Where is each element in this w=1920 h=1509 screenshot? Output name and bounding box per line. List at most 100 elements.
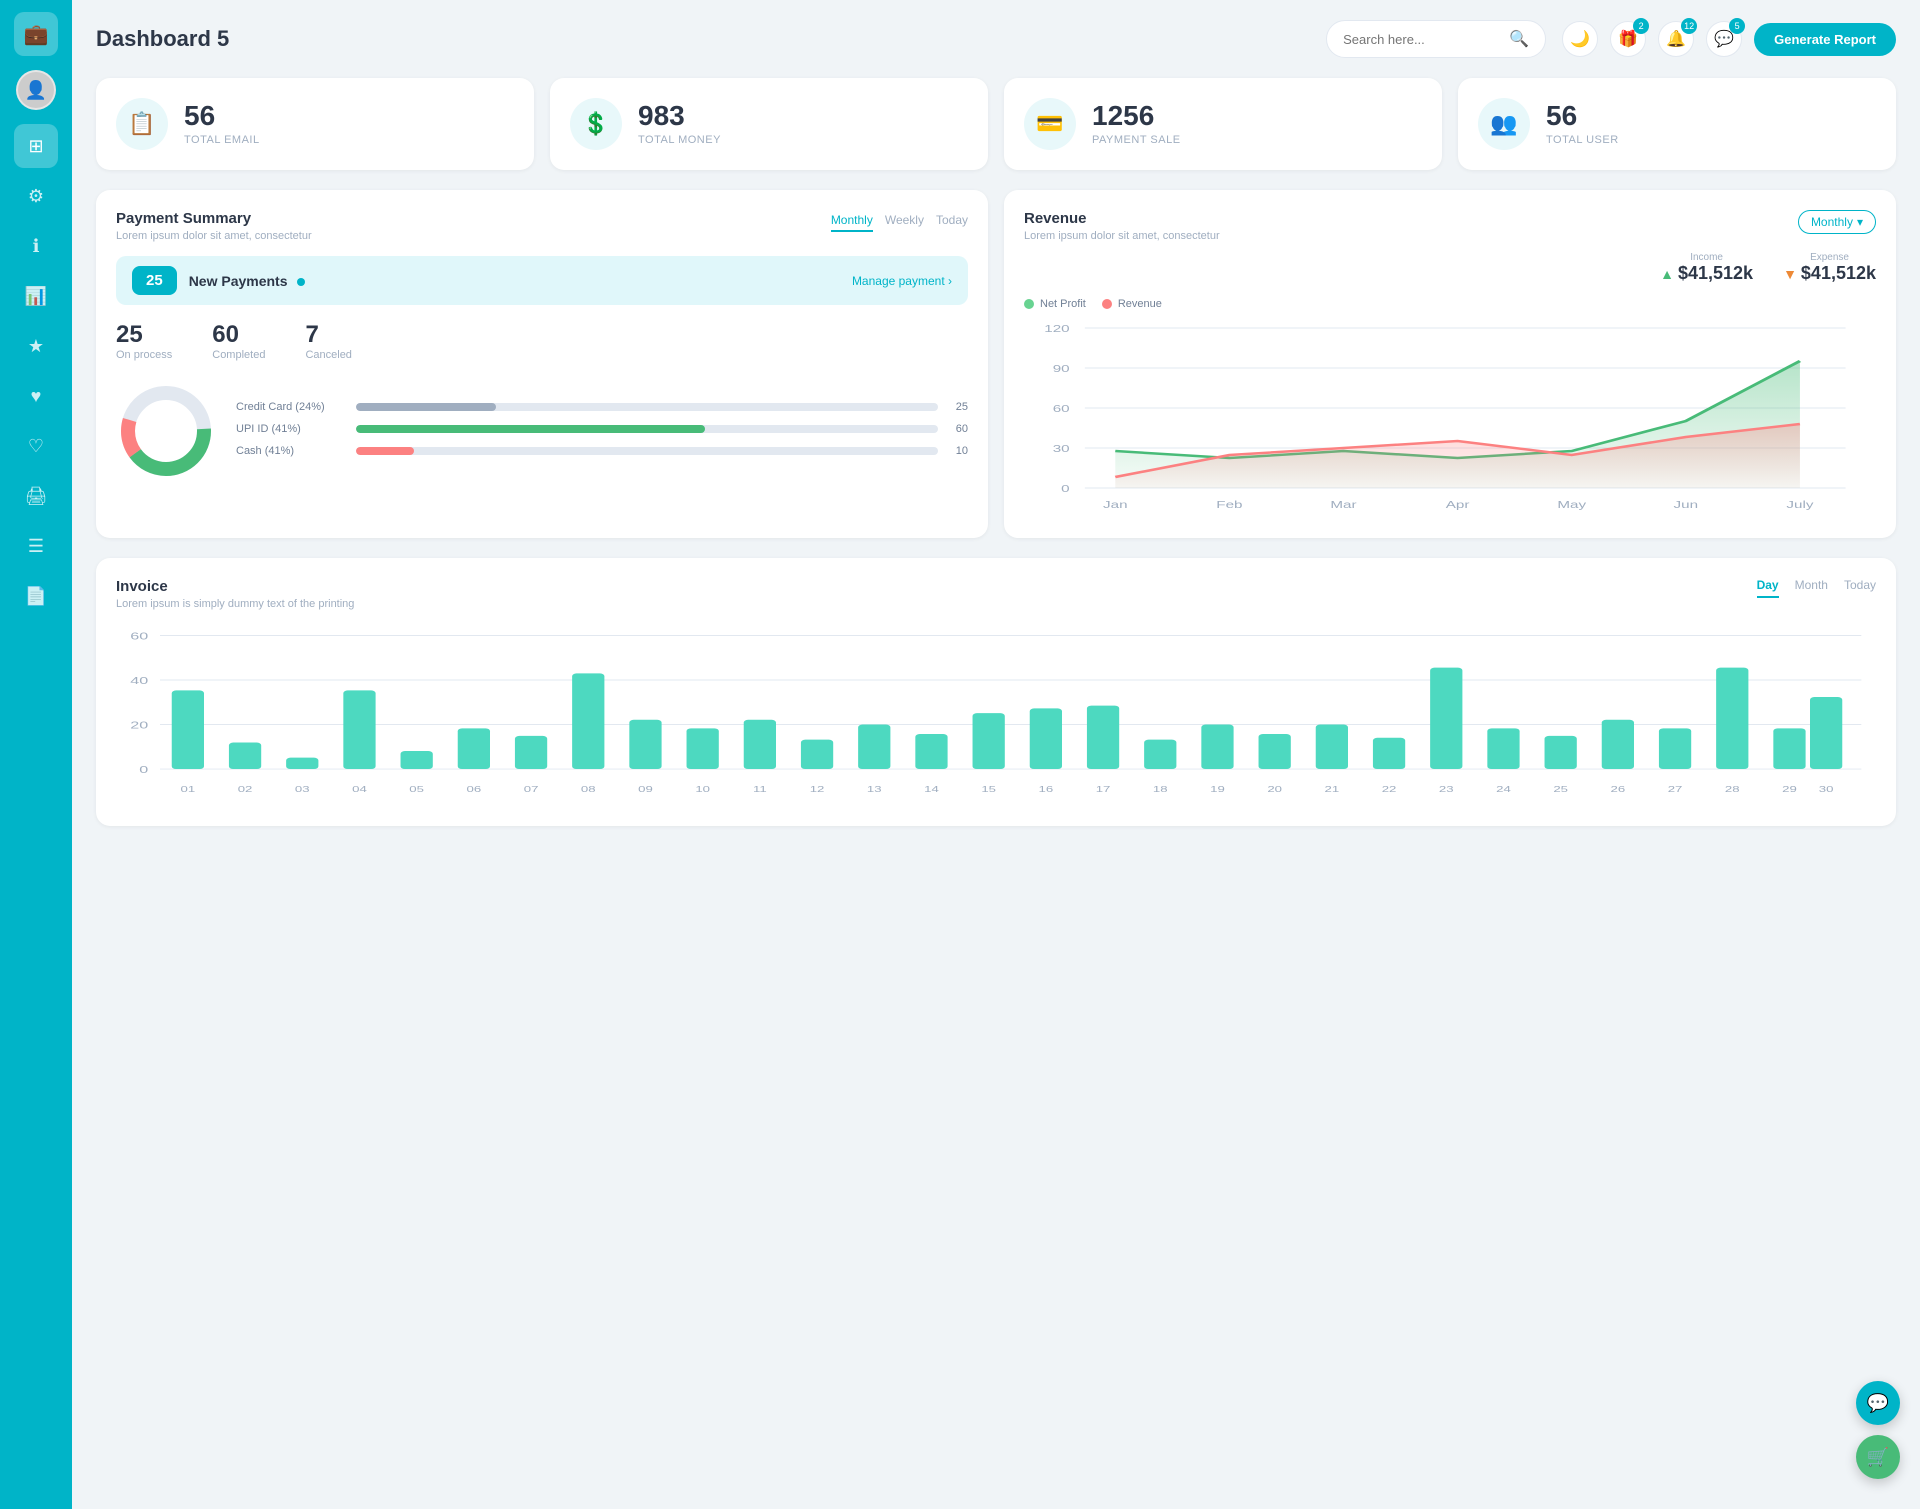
user-icon: 👥 (1478, 98, 1530, 150)
upi-bar-fill (356, 425, 705, 433)
income-item: Income ▲ $41,512k (1660, 252, 1753, 284)
revenue-subtitle: Lorem ipsum dolor sit amet, consectetur (1024, 230, 1220, 242)
payment-summary-header: Payment Summary Lorem ipsum dolor sit am… (116, 210, 968, 242)
svg-text:23: 23 (1439, 785, 1454, 794)
svg-text:05: 05 (409, 785, 424, 794)
canceled-num: 7 (305, 321, 351, 349)
sidebar-item-analytics[interactable]: 📊 (14, 274, 58, 318)
generate-report-button[interactable]: Generate Report (1754, 23, 1896, 56)
sidebar-item-reports[interactable]: 📄 (14, 574, 58, 618)
chat-badge: 5 (1729, 18, 1745, 34)
total-user-number: 56 (1546, 102, 1619, 130)
credit-value: 25 (948, 401, 968, 413)
svg-text:20: 20 (130, 719, 148, 731)
revenue-header: Revenue Lorem ipsum dolor sit amet, cons… (1024, 210, 1876, 242)
progress-row-upi: UPI ID (41%) 60 (236, 423, 968, 435)
page-title: Dashboard 5 (96, 26, 1310, 52)
floating-buttons: 💬 🛒 (1856, 1381, 1900, 1479)
svg-text:0: 0 (139, 764, 149, 776)
payment-tabs: Monthly Weekly Today (831, 210, 968, 232)
svg-text:12: 12 (810, 785, 825, 794)
sidebar-item-likes[interactable]: ♥ (14, 374, 58, 418)
gift-badge: 2 (1633, 18, 1649, 34)
svg-text:21: 21 (1325, 785, 1340, 794)
invoice-section: Invoice Lorem ipsum is simply dummy text… (96, 558, 1896, 826)
svg-text:19: 19 (1210, 785, 1225, 794)
header: Dashboard 5 🔍 🌙 🎁 2 🔔 12 💬 5 Generate Re… (96, 20, 1896, 58)
chat-icon-button[interactable]: 💬 5 (1706, 21, 1742, 57)
svg-text:16: 16 (1039, 785, 1054, 794)
cart-float-button[interactable]: 🛒 (1856, 1435, 1900, 1479)
expense-label: Expense (1783, 252, 1876, 263)
svg-text:07: 07 (524, 785, 539, 794)
money-icon: 💲 (570, 98, 622, 150)
svg-text:03: 03 (295, 785, 310, 794)
sidebar-logo: 💼 (14, 12, 58, 56)
revenue-dropdown[interactable]: Monthly ▾ (1798, 210, 1876, 234)
total-email-label: TOTAL EMAIL (184, 134, 260, 146)
gift-icon-button[interactable]: 🎁 2 (1610, 21, 1646, 57)
stat-card-email: 📋 56 TOTAL EMAIL (96, 78, 534, 170)
sidebar-item-info[interactable]: ℹ (14, 224, 58, 268)
manage-payment-link[interactable]: Manage payment › (852, 274, 952, 288)
payment-summary-title: Payment Summary (116, 210, 312, 227)
donut-chart (116, 381, 216, 486)
on-process-num: 25 (116, 321, 172, 349)
sidebar-item-print[interactable]: 🖨 (14, 474, 58, 518)
bell-icon-button[interactable]: 🔔 12 (1658, 21, 1694, 57)
new-payment-badge: 25 (132, 266, 177, 295)
svg-text:Jun: Jun (1674, 499, 1699, 511)
sidebar-item-settings[interactable]: ⚙ (14, 174, 58, 218)
svg-text:Mar: Mar (1330, 499, 1357, 511)
sidebar-item-wishlist[interactable]: ♡ (14, 424, 58, 468)
payment-sale-label: PAYMENT SALE (1092, 134, 1181, 146)
search-bar: 🔍 (1326, 20, 1546, 58)
stat-card-user: 👥 56 TOTAL USER (1458, 78, 1896, 170)
sidebar-item-menu[interactable]: ☰ (14, 524, 58, 568)
svg-text:July: July (1786, 499, 1814, 511)
email-icon: 📋 (116, 98, 168, 150)
chart-legend: Net Profit Revenue (1024, 298, 1876, 310)
income-amount: $41,512k (1678, 263, 1753, 284)
expense-item: Expense ▼ $41,512k (1783, 252, 1876, 284)
svg-text:28: 28 (1725, 785, 1740, 794)
sidebar: 💼 👤 ⊞ ⚙ ℹ 📊 ★ ♥ ♡ 🖨 ☰ 📄 (0, 0, 72, 1509)
svg-text:0: 0 (1061, 483, 1069, 495)
search-input[interactable] (1343, 32, 1501, 47)
tab-weekly[interactable]: Weekly (885, 210, 924, 232)
invoice-tabs: Day Month Today (1757, 578, 1876, 598)
theme-toggle-button[interactable]: 🌙 (1562, 21, 1598, 57)
support-float-button[interactable]: 💬 (1856, 1381, 1900, 1425)
invoice-title: Invoice (116, 578, 354, 595)
payment-summary-subtitle: Lorem ipsum dolor sit amet, consectetur (116, 230, 312, 242)
svg-text:09: 09 (638, 785, 653, 794)
new-payment-row: 25 New Payments Manage payment › (116, 256, 968, 305)
cash-bar-fill (356, 447, 414, 455)
payment-sale-number: 1256 (1092, 102, 1181, 130)
svg-text:15: 15 (981, 785, 996, 794)
payment-summary-card: Payment Summary Lorem ipsum dolor sit am… (96, 190, 988, 538)
sidebar-item-favorites[interactable]: ★ (14, 324, 58, 368)
sidebar-item-dashboard[interactable]: ⊞ (14, 124, 58, 168)
tab-day[interactable]: Day (1757, 578, 1779, 598)
total-email-number: 56 (184, 102, 260, 130)
svg-text:Jan: Jan (1103, 499, 1128, 511)
revenue-title: Revenue (1024, 210, 1220, 227)
payment-stats: 25 On process 60 Completed 7 Canceled (116, 321, 968, 361)
tab-monthly[interactable]: Monthly (831, 210, 873, 232)
tab-today[interactable]: Today (1844, 578, 1876, 598)
svg-text:24: 24 (1496, 785, 1511, 794)
tab-today[interactable]: Today (936, 210, 968, 232)
upi-bar-bg (356, 425, 938, 433)
tab-month[interactable]: Month (1795, 578, 1828, 598)
upi-label: UPI ID (41%) (236, 423, 346, 435)
stat-card-payment: 💳 1256 PAYMENT SALE (1004, 78, 1442, 170)
progress-row-cash: Cash (41%) 10 (236, 445, 968, 457)
stat-canceled: 7 Canceled (305, 321, 351, 361)
on-process-label: On process (116, 349, 172, 361)
cash-label: Cash (41%) (236, 445, 346, 457)
svg-text:18: 18 (1153, 785, 1168, 794)
stat-card-money: 💲 983 TOTAL MONEY (550, 78, 988, 170)
avatar: 👤 (16, 70, 56, 110)
cash-value: 10 (948, 445, 968, 457)
